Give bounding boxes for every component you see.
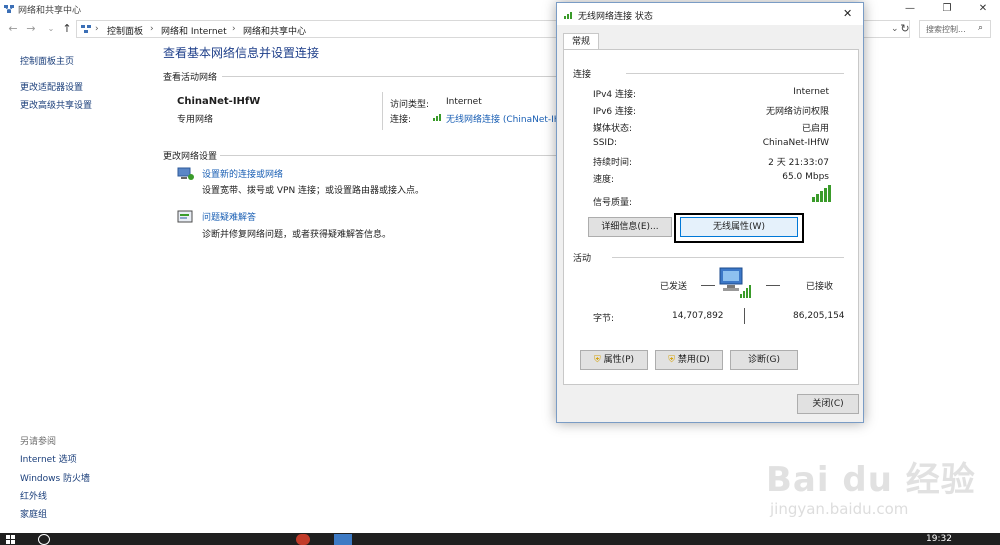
connection-link[interactable]: 无线网络连接 (ChinaNet-IH...	[446, 112, 569, 125]
ipv4-label: IPv4 连接:	[593, 90, 637, 100]
windows-start-icon[interactable]	[6, 535, 16, 544]
divider	[220, 155, 557, 156]
see-also-heading: 另请参阅	[20, 437, 57, 447]
properties-button-label: 属性(P)	[603, 355, 635, 365]
network-center-icon	[4, 4, 14, 14]
divider	[626, 73, 844, 74]
divider	[382, 92, 383, 130]
close-button[interactable]: ✕	[968, 0, 998, 18]
breadcrumb-control-panel[interactable]: 控制面板	[107, 24, 143, 37]
forward-arrow-icon[interactable]: →	[24, 22, 38, 36]
access-type-label: 访问类型:	[390, 100, 430, 110]
breadcrumb-separator: ›	[232, 24, 236, 34]
left-link-firewall[interactable]: Windows 防火墙	[20, 471, 90, 484]
breadcrumb-separator: ›	[95, 24, 99, 34]
minimize-button[interactable]: —	[895, 0, 925, 18]
breadcrumb-separator: ›	[150, 24, 154, 34]
received-label: 已接收	[806, 282, 834, 292]
left-link-internet-options[interactable]: Internet 选项	[20, 452, 77, 465]
connection-section-heading: 连接	[573, 70, 592, 80]
maximize-button[interactable]: ❐	[932, 0, 962, 18]
taskbar-app-icon[interactable]	[296, 534, 310, 545]
page-title: 查看基本网络信息并设置连接	[163, 46, 320, 60]
change-settings-heading: 更改网络设置	[163, 152, 218, 162]
ipv6-value: 无网络访问权限	[765, 107, 829, 117]
clock-time[interactable]: 19:32	[926, 534, 952, 544]
active-network-heading: 查看活动网络	[163, 73, 218, 83]
left-link-infrared[interactable]: 红外线	[20, 489, 47, 502]
dialog-titlebar: 无线网络连接 状态 ✕	[557, 3, 863, 25]
connection-label: 连接:	[390, 115, 412, 125]
left-link-control-panel-home[interactable]: 控制面板主页	[20, 54, 74, 67]
network-computer-icon	[718, 266, 754, 300]
properties-button[interactable]: ⛨ 属性(P)	[580, 350, 648, 370]
search-icon[interactable]: ⌕	[978, 23, 983, 33]
divider	[701, 285, 715, 286]
signal-bars-icon	[812, 184, 834, 202]
wireless-status-dialog: 无线网络连接 状态 ✕ 常规 连接 IPv4 连接: Internet IPv6…	[556, 2, 864, 423]
duration-label: 持续时间:	[593, 158, 633, 168]
dialog-title: 无线网络连接 状态	[578, 12, 653, 22]
bytes-sent-value: 14,707,892	[672, 311, 724, 321]
close-dialog-button[interactable]: 关闭(C)	[797, 394, 859, 414]
setup-connection-description: 设置宽带、拨号或 VPN 连接；或设置路由器或接入点。	[202, 186, 425, 196]
baidu-watermark: Bai du 经验	[766, 460, 976, 500]
new-connection-icon	[177, 166, 195, 182]
chevron-down-icon[interactable]: ⌄	[44, 22, 58, 36]
back-arrow-icon[interactable]: ←	[6, 22, 20, 36]
left-link-adapter-settings[interactable]: 更改适配器设置	[20, 80, 83, 93]
divider	[744, 308, 745, 324]
divider	[222, 76, 557, 77]
left-link-advanced-sharing[interactable]: 更改高级共享设置	[20, 98, 92, 111]
taskbar: 19:32	[0, 533, 1000, 545]
troubleshoot-description: 诊断并修复网络问题，或者获得疑难解答信息。	[202, 230, 392, 240]
signal-quality-label: 信号质量:	[593, 198, 633, 208]
search-input[interactable]: 搜索控制... ⌕	[919, 20, 991, 38]
speed-label: 速度:	[593, 175, 615, 185]
speed-value: 65.0 Mbps	[782, 172, 829, 182]
activity-section-heading: 活动	[573, 254, 592, 264]
disable-button[interactable]: ⛨ 禁用(D)	[655, 350, 723, 370]
ipv6-label: IPv6 连接:	[593, 107, 637, 117]
media-state-label: 媒体状态:	[593, 124, 633, 134]
sent-label: 已发送	[660, 282, 688, 292]
media-state-value: 已启用	[801, 124, 829, 134]
search-placeholder: 搜索控制...	[926, 25, 966, 34]
cortana-search-icon[interactable]	[38, 534, 50, 545]
ssid-value: ChinaNet-IHfW	[762, 138, 829, 148]
general-panel: 连接 IPv4 连接: Internet IPv6 连接: 无网络访问权限 媒体…	[563, 49, 859, 385]
troubleshoot-link[interactable]: 问题疑难解答	[202, 210, 256, 223]
tab-general[interactable]: 常规	[563, 33, 599, 50]
disable-button-label: 禁用(D)	[677, 355, 710, 365]
network-center-icon	[81, 24, 91, 34]
baidu-watermark-url: jingyan.baidu.com	[770, 500, 909, 518]
divider	[766, 285, 780, 286]
troubleshoot-icon	[177, 210, 195, 226]
details-button[interactable]: 详细信息(E)...	[588, 217, 672, 237]
setup-connection-link[interactable]: 设置新的连接或网络	[202, 167, 283, 180]
diagnose-button[interactable]: 诊断(G)	[730, 350, 798, 370]
window-title: 网络和共享中心	[18, 6, 82, 16]
ipv4-value: Internet	[793, 87, 829, 97]
wifi-signal-icon	[564, 10, 574, 19]
shield-icon: ⛨	[668, 355, 675, 365]
bytes-label: 字节:	[593, 314, 615, 324]
refresh-icon[interactable]: ↻	[898, 22, 912, 36]
ssid-label: SSID:	[593, 138, 618, 148]
divider	[612, 257, 844, 258]
left-link-homegroup[interactable]: 家庭组	[20, 507, 47, 520]
network-type-link[interactable]: 专用网络	[177, 112, 213, 125]
breadcrumb-sharing-center[interactable]: 网络和共享中心	[243, 24, 306, 37]
wireless-properties-button[interactable]: 无线属性(W)	[680, 217, 798, 237]
duration-value: 2 天 21:33:07	[768, 158, 829, 168]
breadcrumb-network-internet[interactable]: 网络和 Internet	[161, 24, 227, 37]
shield-icon: ⛨	[593, 355, 601, 365]
bytes-received-value: 86,205,154	[793, 311, 845, 321]
up-arrow-icon[interactable]: ↑	[60, 22, 74, 36]
taskbar-app-icon[interactable]	[334, 534, 352, 545]
wifi-signal-icon	[433, 111, 443, 121]
network-name: ChinaNet-IHfW	[177, 96, 261, 107]
dialog-close-icon[interactable]: ✕	[843, 7, 852, 20]
access-type-value: Internet	[446, 97, 482, 107]
